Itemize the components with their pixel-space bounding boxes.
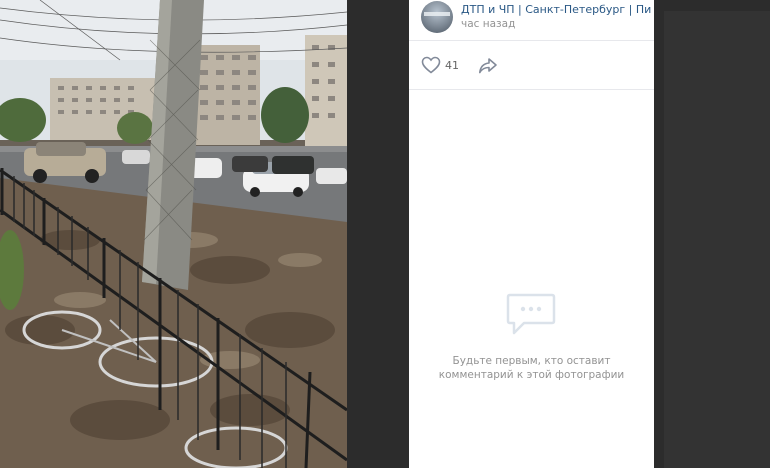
photo-side-panel: ДТП и ЧП | Санкт-Петербург | Пите... час…: [409, 0, 654, 468]
photo-viewer: ДТП и ЧП | Санкт-Петербург | Пите... час…: [0, 0, 770, 468]
viewer-right-area[interactable]: [654, 0, 770, 468]
post-actions-bar: 41: [409, 41, 654, 90]
photo[interactable]: [0, 0, 347, 468]
like-count: 41: [445, 59, 459, 72]
share-arrow-icon: [479, 58, 497, 74]
author-name-link[interactable]: ДТП и ЧП | Санкт-Петербург | Пите...: [461, 3, 651, 16]
share-button[interactable]: [478, 57, 498, 75]
empty-comments-line-2: комментарий к этой фотографии: [438, 369, 625, 381]
photo-image: [0, 0, 347, 468]
viewer-gutter[interactable]: [347, 0, 409, 468]
avatar[interactable]: [421, 1, 453, 33]
comment-bubble-icon: [506, 292, 556, 338]
empty-comments-line-1: Будьте первым, кто оставит: [452, 355, 611, 367]
post-time[interactable]: час назад: [461, 18, 515, 30]
avatar-logo-strip: [424, 12, 450, 16]
empty-comments-message: Будьте первым, кто оставит комментарий к…: [429, 354, 634, 382]
viewer-right-backdrop: [664, 11, 770, 468]
heart-icon: [421, 56, 441, 74]
post-author-header: ДТП и ЧП | Санкт-Петербург | Пите... час…: [409, 0, 654, 41]
